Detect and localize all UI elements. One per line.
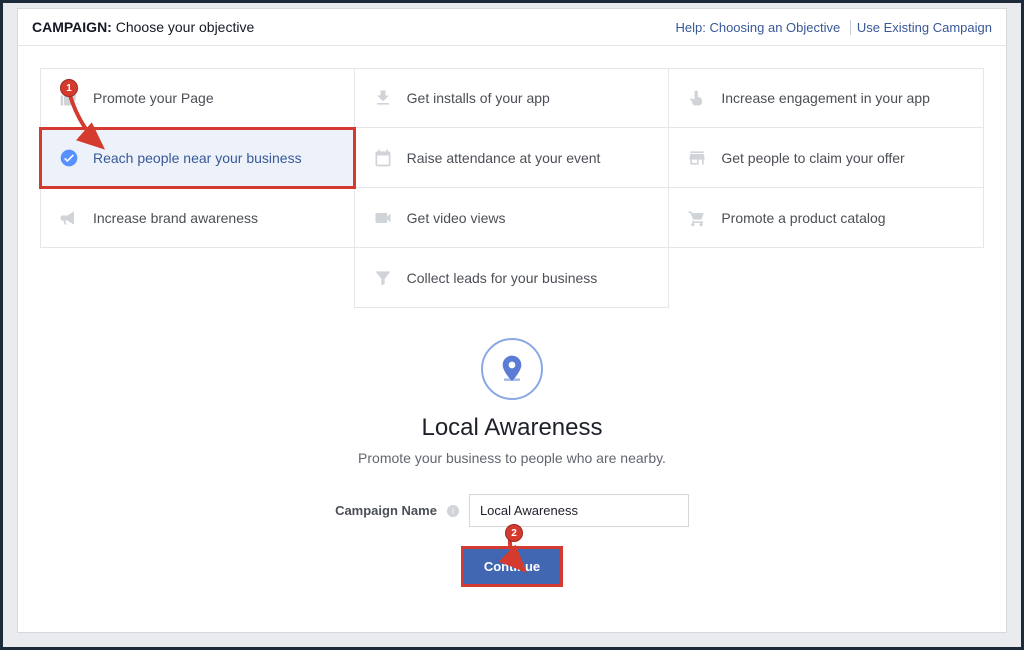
objective-claim-offer[interactable]: Get people to claim your offer [669,128,984,188]
megaphone-icon [57,206,81,230]
objective-grid: Promote your Page Get installs of your a… [40,68,984,308]
video-icon [371,206,395,230]
objective-label: Increase engagement in your app [721,90,930,106]
callout-badge-1: 1 [60,79,78,97]
content: Promote your Page Get installs of your a… [18,46,1006,584]
cart-icon [685,206,709,230]
campaign-name-input[interactable] [469,494,689,527]
objective-event-attendance[interactable]: Raise attendance at your event [355,128,670,188]
empty-cell [40,248,355,308]
campaign-subtitle: Choose your objective [116,19,255,35]
objective-label: Collect leads for your business [407,270,598,286]
header-bar: CAMPAIGN: Choose your objective Help: Ch… [18,9,1006,46]
objective-label: Get installs of your app [407,90,550,106]
callout-arrow-1 [64,87,112,157]
objective-label: Get people to claim your offer [721,150,904,166]
objective-app-installs[interactable]: Get installs of your app [355,68,670,128]
campaign-name-row: Campaign Name i [40,494,984,527]
objective-label: Reach people near your business [93,150,302,166]
objective-brand-awareness[interactable]: Increase brand awareness [40,188,355,248]
header-links: Help: Choosing an Objective Use Existing… [663,20,992,35]
page-wrapper: CAMPAIGN: Choose your objective Help: Ch… [0,0,1024,650]
main-panel: CAMPAIGN: Choose your objective Help: Ch… [17,8,1007,633]
funnel-icon [371,266,395,290]
use-existing-link[interactable]: Use Existing Campaign [850,20,992,35]
calendar-icon [371,146,395,170]
objective-product-catalog[interactable]: Promote a product catalog [669,188,984,248]
campaign-label: CAMPAIGN: [32,19,112,35]
objective-label: Raise attendance at your event [407,150,601,166]
help-link[interactable]: Help: Choosing an Objective [669,20,840,35]
touch-icon [685,86,709,110]
objective-collect-leads[interactable]: Collect leads for your business [355,248,670,308]
info-icon[interactable]: i [447,505,459,517]
empty-cell [669,248,984,308]
campaign-name-label: Campaign Name [335,503,437,518]
objective-app-engagement[interactable]: Increase engagement in your app [669,68,984,128]
callout-badge-2: 2 [505,524,523,542]
download-icon [371,86,395,110]
detail-subtitle: Promote your business to people who are … [40,450,984,466]
objective-label: Promote a product catalog [721,210,885,226]
store-icon [685,146,709,170]
objective-label: Increase brand awareness [93,210,258,226]
detail-title: Local Awareness [40,414,984,442]
objective-video-views[interactable]: Get video views [355,188,670,248]
local-awareness-icon [481,338,543,400]
objective-label: Get video views [407,210,506,226]
header-title: CAMPAIGN: Choose your objective [32,19,254,35]
